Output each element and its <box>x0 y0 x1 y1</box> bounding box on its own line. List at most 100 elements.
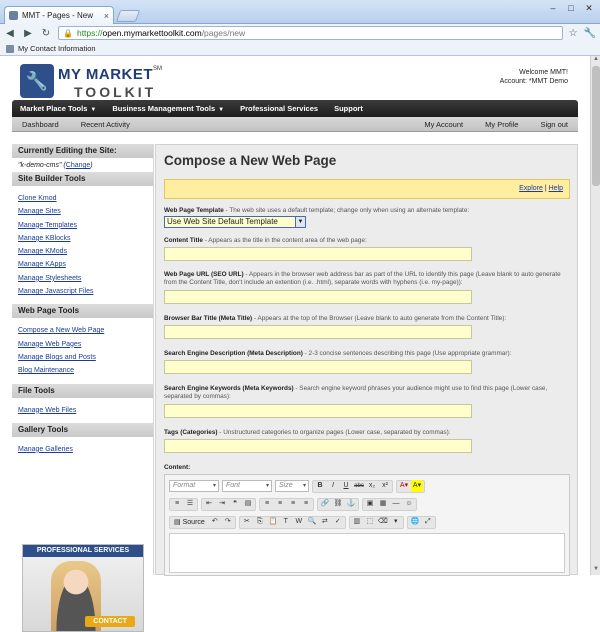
table-icon[interactable]: ▦ <box>377 498 389 510</box>
subnav-dashboard[interactable]: Dashboard <box>22 120 59 129</box>
subnav-recent-activity[interactable]: Recent Activity <box>81 120 130 129</box>
underline-button[interactable]: U <box>340 480 352 492</box>
sidebar-item-manage-kapps[interactable]: Manage KApps <box>18 258 147 271</box>
editor-body[interactable] <box>169 533 565 573</box>
bold-button[interactable]: B <box>314 480 326 492</box>
unlink-icon[interactable]: ⛓ <box>332 498 344 510</box>
spellcheck-icon[interactable]: ✓ <box>332 516 344 528</box>
sidebar-item-manage-pages[interactable]: Manage Web Pages <box>18 338 147 351</box>
font-select[interactable]: Font <box>222 480 272 492</box>
tags-input[interactable] <box>164 439 472 453</box>
numbered-list-icon[interactable]: ≡ <box>171 498 183 510</box>
minimize-icon[interactable]: – <box>546 2 560 14</box>
blockquote-icon[interactable]: ❝ <box>229 498 241 510</box>
text-color-icon[interactable]: A▾ <box>398 480 410 492</box>
meta-description-input[interactable] <box>164 360 472 374</box>
maximize-editor-icon[interactable]: ⤢ <box>422 516 434 528</box>
subnav-sign-out[interactable]: Sign out <box>540 120 568 129</box>
sidebar-item-manage-templates[interactable]: Manage Templates <box>18 219 147 232</box>
sidebar-item-manage-sites[interactable]: Manage Sites <box>18 205 147 218</box>
format-select[interactable]: Format <box>169 480 219 492</box>
show-blocks-icon[interactable]: ▾ <box>390 516 402 528</box>
template-select[interactable]: Use Web Site Default Template ▼ <box>164 216 306 228</box>
find-icon[interactable]: 🔍 <box>306 516 318 528</box>
superscript-button[interactable]: x² <box>379 480 391 492</box>
wrench-icon[interactable]: 🔧 <box>584 28 596 39</box>
sidebar-item-manage-blogs[interactable]: Manage Blogs and Posts <box>18 351 147 364</box>
cut-icon[interactable]: ✂ <box>241 516 253 528</box>
nav-market-place-tools[interactable]: Market Place Tools ▼ <box>20 104 96 113</box>
italic-button[interactable]: I <box>327 480 339 492</box>
subnav-my-account[interactable]: My Account <box>424 120 463 129</box>
align-left-icon[interactable]: ≡ <box>261 498 273 510</box>
undo-icon[interactable]: ↶ <box>209 516 221 528</box>
sidebar-item-manage-javascript[interactable]: Manage Javascript Files <box>18 285 147 298</box>
meta-title-input[interactable] <box>164 325 472 339</box>
copy-icon[interactable]: ⎘ <box>254 516 266 528</box>
size-select[interactable]: Size <box>275 480 309 492</box>
sidebar-item-manage-files[interactable]: Manage Web Files <box>18 404 147 417</box>
div-icon[interactable]: ▤ <box>242 498 254 510</box>
scroll-up-icon[interactable]: ▲ <box>591 56 600 65</box>
site-logo[interactable]: 🔧 MY MARKET TOOLKIT SM <box>20 64 180 102</box>
nav-professional-services[interactable]: Professional Services <box>240 104 318 113</box>
maximize-icon[interactable]: □ <box>564 2 578 14</box>
remove-format-icon[interactable]: ⌫ <box>377 516 389 528</box>
change-site-link[interactable]: Change <box>66 162 91 169</box>
align-right-icon[interactable]: ≡ <box>287 498 299 510</box>
paste-icon[interactable]: 📋 <box>267 516 279 528</box>
replace-icon[interactable]: ⇄ <box>319 516 331 528</box>
meta-keywords-input[interactable] <box>164 404 472 418</box>
paste-text-icon[interactable]: T <box>280 516 292 528</box>
sidebar-item-compose-page[interactable]: Compose a New Web Page <box>18 324 147 337</box>
nav-support[interactable]: Support <box>334 104 363 113</box>
seo-url-input[interactable] <box>164 290 472 304</box>
image-icon[interactable]: ▣ <box>364 498 376 510</box>
redo-icon[interactable]: ↷ <box>222 516 234 528</box>
browser-tab[interactable]: MMT - Pages - New × <box>4 6 114 24</box>
globe-icon[interactable]: 🌐 <box>409 516 421 528</box>
align-center-icon[interactable]: ≡ <box>274 498 286 510</box>
forward-icon[interactable]: ▶ <box>22 28 34 39</box>
source-button[interactable]: ▤ Source <box>171 518 208 527</box>
address-bar[interactable]: 🔒 https://open.mymarkettoolkit.com/pages… <box>58 26 563 40</box>
content-title-input[interactable] <box>164 247 472 261</box>
help-link[interactable]: Help <box>549 185 563 192</box>
subscript-button[interactable]: x₂ <box>366 480 378 492</box>
back-icon[interactable]: ◀ <box>4 28 16 39</box>
professional-services-promo[interactable]: PROFESSIONAL SERVICES CONTACT <box>22 544 144 632</box>
sidebar-item-manage-stylesheets[interactable]: Manage Stylesheets <box>18 272 147 285</box>
outdent-icon[interactable]: ⇤ <box>203 498 215 510</box>
hr-icon[interactable]: ― <box>390 498 402 510</box>
paste-word-icon[interactable]: W <box>293 516 305 528</box>
select-all-icon[interactable]: ⬚ <box>364 516 376 528</box>
nav-business-management-tools[interactable]: Business Management Tools ▼ <box>112 104 224 113</box>
bookmark-contact-info[interactable]: My Contact Information <box>18 44 96 53</box>
scroll-thumb[interactable] <box>592 66 600 186</box>
sidebar-item-manage-kblocks[interactable]: Manage KBlocks <box>18 232 147 245</box>
sidebar-item-manage-galleries[interactable]: Manage Galleries <box>18 443 147 456</box>
bg-color-icon[interactable]: A▾ <box>411 480 423 492</box>
tab-close-icon[interactable]: × <box>104 11 109 21</box>
bullet-list-icon[interactable]: ☰ <box>184 498 196 510</box>
link-icon[interactable]: 🔗 <box>319 498 331 510</box>
close-icon[interactable]: ✕ <box>582 2 596 14</box>
sidebar-item-manage-kmods[interactable]: Manage KMods <box>18 245 147 258</box>
contact-button[interactable]: CONTACT <box>85 616 135 627</box>
color-group: A▾ A▾ <box>396 479 425 493</box>
scroll-down-icon[interactable]: ▼ <box>591 566 600 575</box>
template-icon[interactable]: ▥ <box>351 516 363 528</box>
sidebar-item-blog-maintenance[interactable]: Blog Maintenance <box>18 364 147 377</box>
new-tab-button[interactable] <box>115 10 141 22</box>
anchor-icon[interactable]: ⚓ <box>345 498 357 510</box>
page-scrollbar[interactable]: ▲ ▼ <box>590 56 600 575</box>
explore-link[interactable]: Explore <box>519 185 543 192</box>
strikethrough-button[interactable]: abc <box>353 480 365 492</box>
sidebar-item-clone-kmod[interactable]: Clone Kmod <box>18 192 147 205</box>
bookmark-star-icon[interactable]: ☆ <box>569 28 578 39</box>
indent-icon[interactable]: ⇥ <box>216 498 228 510</box>
subnav-my-profile[interactable]: My Profile <box>485 120 518 129</box>
reload-icon[interactable]: ↻ <box>40 28 52 39</box>
smiley-icon[interactable]: ☺ <box>403 498 415 510</box>
align-justify-icon[interactable]: ≡ <box>300 498 312 510</box>
